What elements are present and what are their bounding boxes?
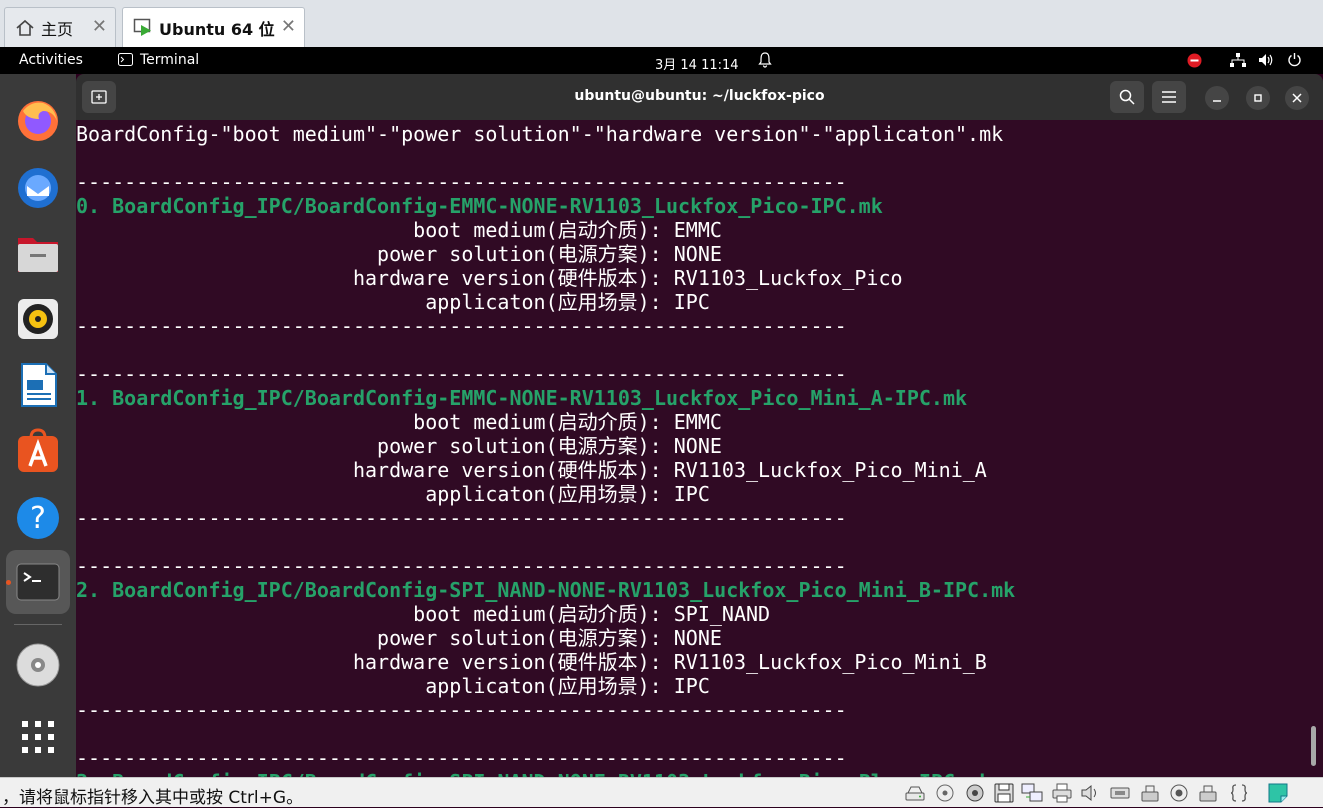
printer-icon[interactable] [1051,783,1073,803]
ubuntu-software-icon[interactable] [14,427,62,475]
tab-ubuntu-label: Ubuntu 64 位 [159,19,275,39]
display-icon[interactable] [1197,783,1219,803]
close-icon[interactable]: ✕ [281,17,296,37]
dvd-drive-icon[interactable] [14,641,62,689]
terminal-line: 0. BoardConfig_IPC/BoardConfig-EMMC-NONE… [76,194,883,218]
thunderbird-icon[interactable] [14,163,62,211]
clock[interactable]: 3月 14 11:14 [655,54,739,73]
terminal-line: power solution(电源方案): NONE [76,242,722,266]
terminal-line: ----------------------------------------… [76,746,847,770]
terminal-line: applicaton(应用场景): IPC [76,290,710,314]
terminal-line: ----------------------------------------… [76,314,847,338]
vm-status-bar: ，请将鼠标指针移入其中或按 Ctrl+G。 [0,777,1323,808]
terminal-line: ----------------------------------------… [76,362,847,386]
restore-button[interactable] [1246,86,1270,110]
gnome-top-bar: Activities Terminal 3月 14 11:14 [0,47,1323,74]
terminal-line: hardware version(硬件版本): RV1103_Luckfox_P… [76,458,987,482]
ubuntu-dock: ? [0,74,76,777]
terminal-line: hardware version(硬件版本): RV1103_Luckfox_P… [76,650,987,674]
activities-button[interactable]: Activities [19,52,83,68]
terminal-line: 2. BoardConfig_IPC/BoardConfig-SPI_NAND-… [76,578,1016,602]
power-icon[interactable] [1287,52,1302,71]
terminal-scrollbar[interactable] [1311,726,1316,766]
cd-icon[interactable] [934,783,956,803]
libreoffice-writer-icon[interactable] [14,361,62,409]
terminal-line: ----------------------------------------… [76,554,847,578]
terminal-app-icon [118,53,133,70]
menu-button[interactable] [1152,81,1186,113]
terminal-line: power solution(电源方案): NONE [76,626,722,650]
terminal-line: applicaton(应用场景): IPC [76,482,710,506]
terminal-line: boot medium(启动介质): EMMC [76,218,722,242]
vm-icon [133,18,153,38]
hamburger-icon [1162,91,1176,103]
terminal-line: BoardConfig-"boot medium"-"power solutio… [76,122,1004,146]
floppy-icon[interactable] [993,783,1015,803]
tab-ubuntu-vm[interactable]: Ubuntu 64 位 ✕ [122,7,305,47]
terminal-lines: BoardConfig-"boot medium"-"power solutio… [76,122,1015,777]
bracket-icon[interactable] [1228,783,1250,803]
search-icon [1119,89,1135,105]
firefox-icon[interactable] [14,96,62,144]
terminal-output[interactable]: BoardConfig-"boot medium"-"power solutio… [76,120,1323,777]
bell-icon[interactable] [758,52,772,72]
help-icon[interactable]: ? [14,494,62,542]
status-hint: ，请将鼠标指针移入其中或按 Ctrl+G。 [2,788,304,808]
network-icon[interactable] [1021,783,1043,803]
close-button[interactable] [1285,86,1309,110]
tab-home[interactable]: 主页 ✕ [4,7,116,47]
do-not-disturb-icon[interactable] [1187,53,1202,72]
usb-icon[interactable] [1139,783,1161,803]
svg-text:?: ? [30,501,46,536]
show-apps-icon[interactable] [14,713,62,761]
notes-icon[interactable] [1267,783,1289,803]
terminal-line: ----------------------------------------… [76,506,847,530]
cd-drive-icon[interactable] [964,783,986,803]
terminal-line: ----------------------------------------… [76,698,847,722]
usb-icon[interactable] [1109,783,1131,803]
tab-home-label: 主页 [41,19,74,39]
terminal-line: boot medium(启动介质): EMMC [76,410,722,434]
close-icon[interactable]: ✕ [92,17,107,37]
terminal-headerbar: ubuntu@ubuntu: ~/luckfox-pico [76,74,1323,120]
restore-icon [1254,94,1262,102]
terminal-line: applicaton(应用场景): IPC [76,674,710,698]
terminal-line: 1. BoardConfig_IPC/BoardConfig-EMMC-NONE… [76,386,968,410]
search-button[interactable] [1110,81,1144,113]
volume-icon[interactable] [1258,53,1275,71]
close-icon [1292,93,1302,103]
terminal-icon[interactable] [14,558,62,606]
sound-icon[interactable] [1080,783,1102,803]
running-indicator [6,580,11,585]
terminal-line: ----------------------------------------… [76,170,847,194]
hard-disk-icon[interactable] [904,783,926,803]
terminal-line: 3. BoardConfig_IPC/BoardConfig-SPI_NAND-… [76,770,1015,777]
files-icon[interactable] [14,229,62,277]
terminal-line: hardware version(硬件版本): RV1103_Luckfox_P… [76,266,903,290]
rhythmbox-icon[interactable] [14,295,62,343]
network-wired-icon[interactable] [1230,53,1246,71]
home-icon [15,18,35,38]
host-tab-bar: 主页 ✕ Ubuntu 64 位 ✕ [0,0,1323,47]
minimize-icon [1213,100,1221,102]
terminal-line: boot medium(启动介质): SPI_NAND [76,602,771,626]
app-menu-label[interactable]: Terminal [140,52,199,68]
minimize-button[interactable] [1205,86,1229,110]
dock-separator [14,624,62,625]
terminal-line: power solution(电源方案): NONE [76,434,722,458]
camera-icon[interactable] [1168,783,1190,803]
